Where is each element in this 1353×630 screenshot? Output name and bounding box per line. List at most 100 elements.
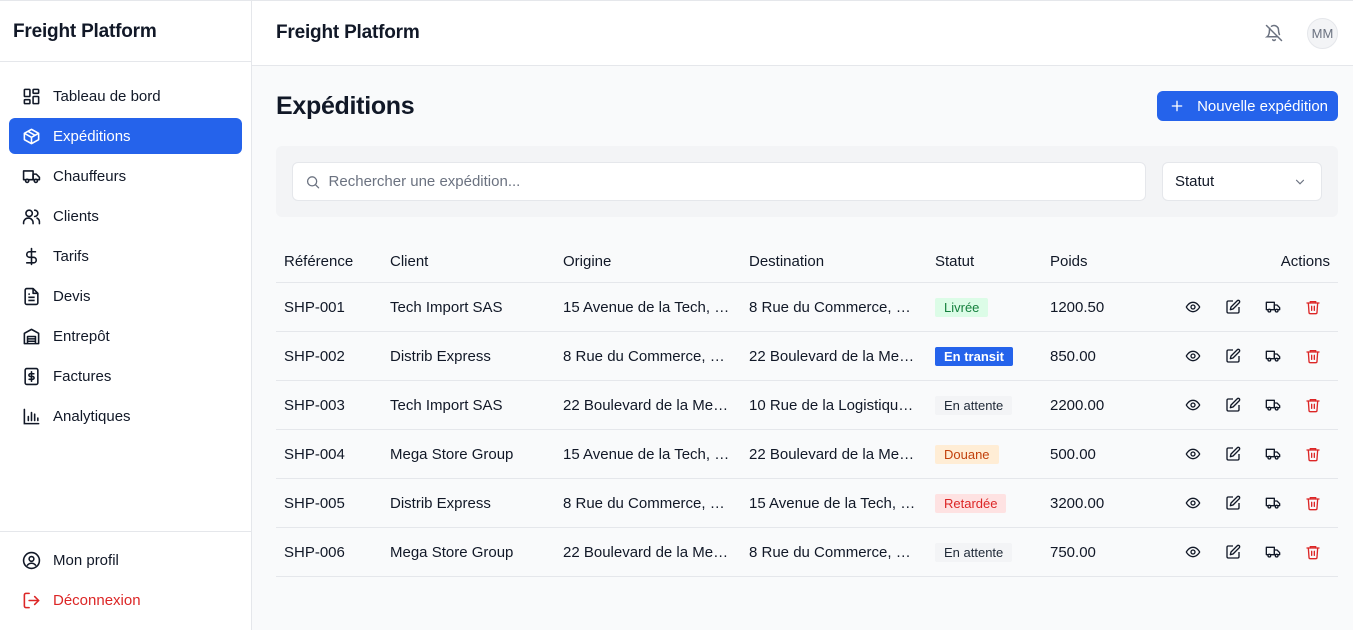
cell-status: Livrée [927, 297, 1042, 317]
delete-icon[interactable] [1303, 346, 1323, 366]
cell-weight: 3200.00 [1050, 494, 1105, 512]
cell-destination: 10 Rue de la Logistiqu… [749, 396, 914, 414]
cell-destination: 22 Boulevard de la Mer… [749, 347, 920, 365]
view-icon[interactable] [1183, 346, 1203, 366]
cell-actions [1162, 297, 1338, 317]
sidebar-item-warehouse[interactable]: Entrepôt [9, 318, 242, 354]
sidebar-item-label: Tableau de bord [53, 87, 161, 105]
edit-icon[interactable] [1223, 297, 1243, 317]
column-header-client[interactable]: Client [382, 253, 555, 270]
sidebar-item-label: Expéditions [53, 127, 131, 145]
assign-truck-icon[interactable] [1263, 542, 1283, 562]
sidebar-item-label: Analytiques [53, 407, 131, 425]
view-icon[interactable] [1183, 444, 1203, 464]
cell-actions [1162, 542, 1338, 562]
shipments-table: Référence Client Origine Destination Sta… [276, 241, 1338, 577]
column-header-destination[interactable]: Destination [741, 253, 927, 270]
column-header-origin[interactable]: Origine [555, 253, 741, 270]
cell-status: En attente [927, 542, 1042, 562]
sidebar-item-shipments[interactable]: Expéditions [9, 118, 242, 154]
search-input[interactable] [328, 173, 1133, 190]
edit-icon[interactable] [1223, 395, 1243, 415]
edit-icon[interactable] [1223, 444, 1243, 464]
user-circle-icon [21, 550, 41, 570]
view-icon[interactable] [1183, 493, 1203, 513]
assign-truck-icon[interactable] [1263, 346, 1283, 366]
cell-client: Distrib Express [390, 494, 491, 512]
cell-status: Retardée [927, 493, 1042, 513]
view-icon[interactable] [1183, 395, 1203, 415]
table-row[interactable]: SHP-005 Distrib Express 8 Rue du Commerc… [276, 479, 1338, 528]
chevron-down-icon [1295, 179, 1305, 185]
sidebar-bottom: Mon profil Déconnexion [0, 531, 251, 630]
page-content: Expéditions Nouvelle expédition Statut [252, 66, 1353, 577]
new-shipment-button[interactable]: Nouvelle expédition [1157, 91, 1338, 121]
cell-origin: 15 Avenue de la Tech, … [563, 445, 730, 463]
table-row[interactable]: SHP-002 Distrib Express 8 Rue du Commerc… [276, 332, 1338, 381]
bell-off-icon[interactable] [1263, 22, 1285, 44]
logout-button[interactable]: Déconnexion [9, 582, 242, 618]
sidebar-item-invoices[interactable]: Factures [9, 358, 242, 394]
topbar-title: Freight Platform [276, 22, 420, 43]
cell-actions [1162, 395, 1338, 415]
delete-icon[interactable] [1303, 542, 1323, 562]
filter-panel: Statut [276, 146, 1338, 217]
cell-client: Distrib Express [390, 347, 491, 365]
dashboard-icon [21, 86, 41, 106]
sidebar-item-analytics[interactable]: Analytiques [9, 398, 242, 434]
sidebar-item-label: Mon profil [53, 551, 119, 569]
assign-truck-icon[interactable] [1263, 444, 1283, 464]
cell-origin: 15 Avenue de la Tech, … [563, 298, 730, 316]
cell-reference: SHP-003 [284, 396, 345, 414]
package-icon [21, 126, 41, 146]
table-row[interactable]: SHP-006 Mega Store Group 22 Boulevard de… [276, 528, 1338, 577]
cell-weight: 2200.00 [1050, 396, 1105, 414]
table-row[interactable]: SHP-003 Tech Import SAS 22 Boulevard de … [276, 381, 1338, 430]
status-badge: En transit [935, 346, 1013, 366]
cell-status: En transit [927, 346, 1042, 366]
sidebar-item-clients[interactable]: Clients [9, 198, 242, 234]
view-icon[interactable] [1183, 542, 1203, 562]
sidebar-item-quotes[interactable]: Devis [9, 278, 242, 314]
topbar: Freight Platform MM [252, 0, 1353, 66]
edit-icon[interactable] [1223, 542, 1243, 562]
new-shipment-label: Nouvelle expédition [1197, 97, 1328, 115]
edit-icon[interactable] [1223, 493, 1243, 513]
cell-actions [1162, 444, 1338, 464]
assign-truck-icon[interactable] [1263, 395, 1283, 415]
sidebar-item-dashboard[interactable]: Tableau de bord [9, 78, 242, 114]
status-select[interactable]: Statut [1162, 162, 1322, 201]
column-header-actions: Actions [1280, 253, 1330, 270]
sidebar-item-label: Devis [53, 287, 91, 305]
assign-truck-icon[interactable] [1263, 493, 1283, 513]
sidebar-item-label: Chauffeurs [53, 167, 127, 185]
sidebar-item-profile[interactable]: Mon profil [9, 542, 242, 578]
table-row[interactable]: SHP-001 Tech Import SAS 15 Avenue de la … [276, 283, 1338, 332]
table-body: SHP-001 Tech Import SAS 15 Avenue de la … [276, 283, 1338, 577]
receipt-icon [21, 366, 41, 386]
edit-icon[interactable] [1223, 346, 1243, 366]
sidebar-item-drivers[interactable]: Chauffeurs [9, 158, 242, 194]
view-icon[interactable] [1183, 297, 1203, 317]
cell-origin: 8 Rue du Commerce, 3… [563, 494, 734, 512]
table-row[interactable]: SHP-004 Mega Store Group 15 Avenue de la… [276, 430, 1338, 479]
cell-client: Tech Import SAS [390, 396, 503, 414]
sidebar-item-rates[interactable]: Tarifs [9, 238, 242, 274]
cell-weight: 850.00 [1050, 347, 1096, 365]
logout-icon [21, 590, 41, 610]
delete-icon[interactable] [1303, 493, 1323, 513]
cell-origin: 8 Rue du Commerce, 3… [563, 347, 734, 365]
file-text-icon [21, 286, 41, 306]
delete-icon[interactable] [1303, 444, 1323, 464]
cell-reference: SHP-001 [284, 298, 345, 316]
avatar[interactable]: MM [1307, 17, 1338, 49]
warehouse-icon [21, 326, 41, 346]
sidebar-item-label: Factures [53, 367, 112, 385]
column-header-weight[interactable]: Poids [1042, 253, 1162, 270]
delete-icon[interactable] [1303, 297, 1323, 317]
plus-icon [1171, 100, 1183, 112]
delete-icon[interactable] [1303, 395, 1323, 415]
column-header-status[interactable]: Statut [927, 253, 1042, 270]
assign-truck-icon[interactable] [1263, 297, 1283, 317]
column-header-reference[interactable]: Référence [276, 253, 382, 270]
